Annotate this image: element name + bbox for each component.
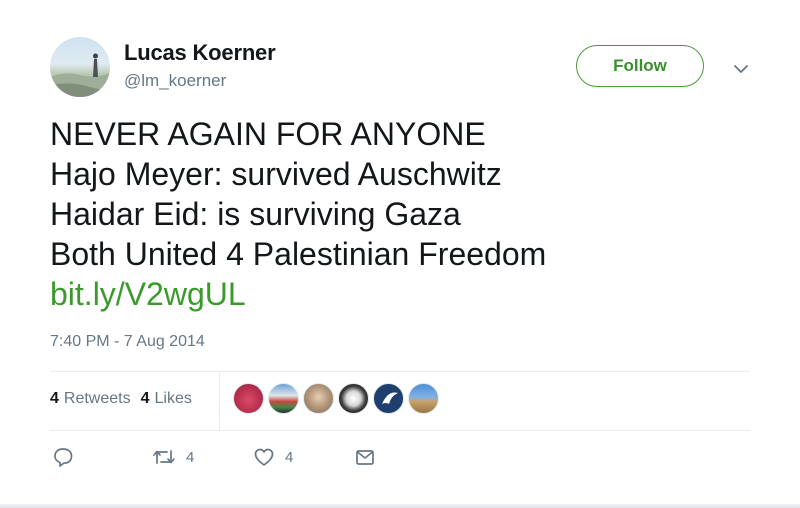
retweet-count: 4 — [186, 448, 195, 466]
follow-button[interactable]: Follow — [576, 45, 704, 87]
reply-icon — [54, 448, 73, 467]
avatar[interactable] — [50, 37, 110, 97]
tweet-line: Both United 4 Palestinian Freedom — [50, 236, 547, 272]
tweet-timestamp[interactable]: 7:40 PM - 7 Aug 2014 — [50, 333, 205, 351]
reply-button[interactable] — [52, 446, 74, 468]
retweets-label: Retweets — [63, 390, 131, 407]
like-button[interactable]: 4 — [253, 446, 293, 468]
message-icon — [356, 450, 374, 465]
likes-label: Likes — [154, 390, 192, 407]
likes-stat[interactable]: 4 Likes — [141, 390, 192, 408]
direct-message-button[interactable] — [354, 446, 376, 468]
tweet-link[interactable]: bit.ly/V2wgUL — [50, 274, 750, 314]
retweet-icon — [153, 450, 175, 464]
liker-avatar[interactable] — [338, 383, 369, 414]
liker-avatar[interactable] — [303, 383, 334, 414]
tweet-card: Lucas Koerner @lm_koerner Follow NEVER A… — [0, 0, 800, 508]
liker-avatar[interactable] — [268, 383, 299, 414]
engagement-stats: 4 Retweets 4 Likes — [50, 390, 192, 408]
liker-avatar[interactable] — [408, 383, 439, 414]
tweet-line: Haidar Eid: is surviving Gaza — [50, 196, 461, 232]
tweet-text: NEVER AGAIN FOR ANYONE Hajo Meyer: survi… — [50, 114, 750, 314]
divider — [50, 430, 750, 431]
liker-avatar[interactable] — [373, 383, 404, 414]
heart-icon — [254, 448, 274, 466]
retweets-stat[interactable]: 4 Retweets — [50, 390, 131, 408]
like-count: 4 — [285, 448, 294, 466]
likers-avatars — [233, 383, 439, 414]
retweets-count: 4 — [50, 390, 59, 407]
card-bottom-edge — [0, 504, 800, 508]
liker-avatar[interactable] — [233, 383, 264, 414]
tweet-actions: 4 4 — [50, 446, 750, 474]
user-handle[interactable]: @lm_koerner — [124, 71, 226, 91]
user-name[interactable]: Lucas Koerner — [124, 40, 276, 66]
chevron-down-icon[interactable] — [732, 60, 750, 78]
tweet-line: Hajo Meyer: survived Auschwitz — [50, 156, 502, 192]
divider — [50, 371, 750, 372]
stats-divider — [219, 372, 220, 430]
retweet-button[interactable]: 4 — [152, 446, 194, 468]
likes-count: 4 — [140, 390, 150, 407]
tweet-line: NEVER AGAIN FOR ANYONE — [50, 116, 486, 152]
